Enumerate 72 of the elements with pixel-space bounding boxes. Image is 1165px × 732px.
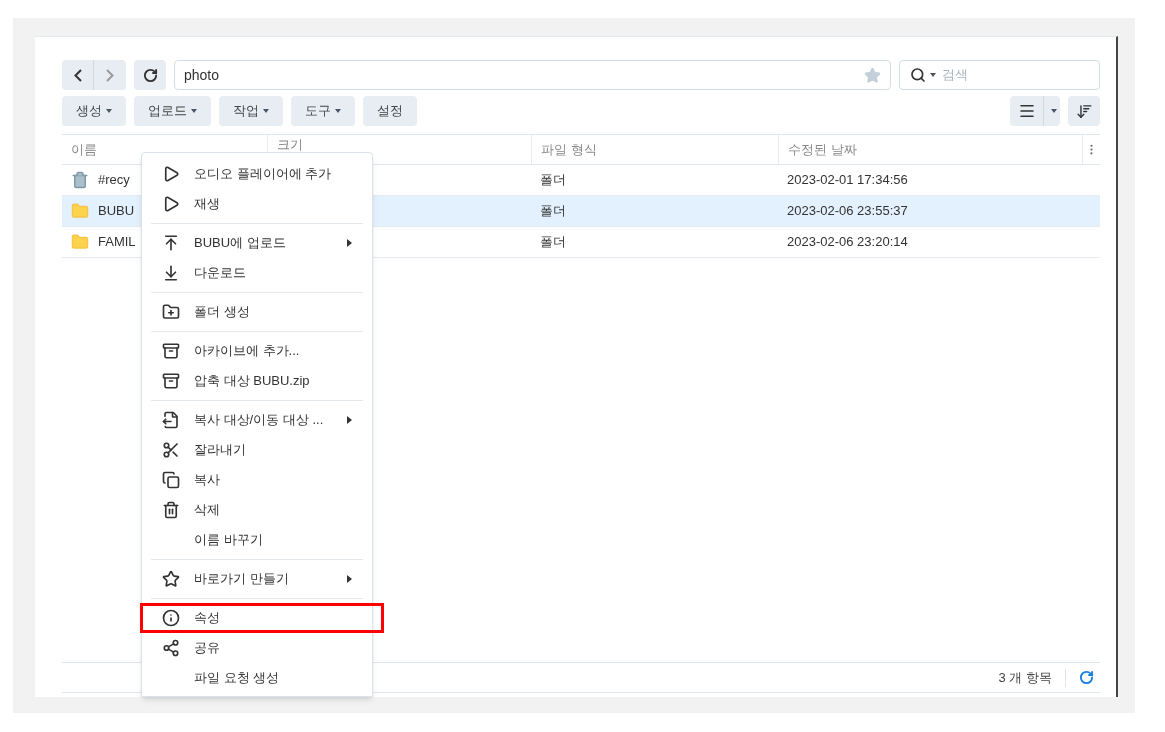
caret-icon — [191, 109, 197, 113]
archive-icon — [162, 372, 180, 390]
copy-icon — [162, 471, 180, 489]
menu-item[interactable]: 삭제 — [151, 495, 363, 525]
toolbar-button[interactable]: 도구 — [291, 96, 355, 126]
menu-item[interactable]: 압축 대상 BUBU.zip — [151, 366, 363, 396]
download-icon — [162, 264, 180, 282]
toolbar-button[interactable]: 설정 — [363, 96, 417, 126]
menu-item[interactable]: 잘라내기 — [151, 435, 363, 465]
search-icon — [910, 67, 926, 83]
column-header[interactable]: 파일 형식 — [541, 139, 597, 160]
menu-item[interactable]: 아카이브에 추가... — [151, 336, 363, 366]
toolbar-button[interactable]: 업로드 — [134, 96, 211, 126]
caret-icon — [106, 109, 112, 113]
search-input[interactable]: 검색 — [942, 65, 1082, 85]
share-icon — [162, 639, 180, 657]
upload-icon — [162, 234, 180, 252]
list-icon — [1017, 102, 1036, 120]
caret-icon — [1051, 109, 1057, 113]
column-header[interactable]: 수정된 날짜 — [788, 139, 857, 160]
menu-item[interactable]: 다운로드 — [151, 258, 363, 288]
column-header[interactable]: 크기 — [277, 134, 303, 155]
folder-icon — [71, 202, 89, 220]
modified-date: 2023-02-06 23:55:37 — [787, 203, 908, 219]
star-icon[interactable] — [864, 66, 881, 84]
modified-date: 2023-02-06 23:20:14 — [787, 234, 908, 250]
caret-icon — [263, 109, 269, 113]
folder-icon — [71, 233, 89, 251]
file-type: 폴더 — [540, 203, 566, 219]
file-name: #recy — [98, 171, 130, 190]
modified-date: 2023-02-01 17:34:56 — [787, 172, 908, 188]
menu-item[interactable]: 바로가기 만들기 — [151, 564, 363, 594]
submenu-arrow-icon — [347, 416, 352, 424]
file-type: 폴더 — [540, 172, 566, 188]
info-icon — [162, 609, 180, 627]
item-count: 3 개 항목 — [998, 668, 1052, 687]
sort-icon — [1075, 102, 1093, 120]
menu-item[interactable]: 파일 요청 생성 — [151, 663, 363, 693]
file-arrow-icon — [162, 411, 180, 429]
search-field[interactable]: 검색 — [899, 60, 1100, 90]
chevron-right-icon — [106, 68, 114, 82]
path-field[interactable]: photo — [174, 60, 891, 90]
menu-item[interactable]: 복사 — [151, 465, 363, 495]
caret-icon — [335, 109, 341, 113]
refresh-icon — [142, 67, 158, 83]
folder-plus-icon — [162, 303, 180, 321]
toolbar-button[interactable]: 생성 — [62, 96, 126, 126]
file-name: BUBU — [98, 202, 135, 221]
scissors-icon — [162, 441, 180, 459]
sort-button[interactable] — [1068, 96, 1100, 126]
caret-icon — [930, 73, 936, 77]
file-type: 폴더 — [540, 234, 566, 250]
menu-item[interactable]: 복사 대상/이동 대상 ... — [151, 405, 363, 435]
file-name: FAMIL — [98, 233, 136, 252]
menu-item[interactable]: 폴더 생성 — [151, 297, 363, 327]
trash-icon — [71, 171, 89, 189]
toolbar-button[interactable]: 작업 — [219, 96, 283, 126]
refresh-icon[interactable] — [1079, 670, 1094, 685]
play-icon — [162, 165, 180, 183]
trash-icon — [162, 501, 180, 519]
submenu-arrow-icon — [347, 239, 352, 247]
refresh-button[interactable] — [134, 60, 166, 90]
star-icon — [162, 570, 180, 588]
column-header[interactable]: 이름 — [71, 139, 97, 160]
menu-item[interactable]: 속성 — [140, 603, 384, 633]
chevron-left-icon — [73, 68, 82, 82]
menu-item[interactable]: BUBU에 업로드 — [151, 228, 363, 258]
play-icon — [162, 195, 180, 213]
menu-item[interactable]: 이름 바꾸기 — [151, 525, 363, 555]
submenu-arrow-icon — [347, 575, 352, 583]
menu-item[interactable]: 공유 — [151, 633, 363, 663]
archive-icon — [162, 342, 180, 360]
